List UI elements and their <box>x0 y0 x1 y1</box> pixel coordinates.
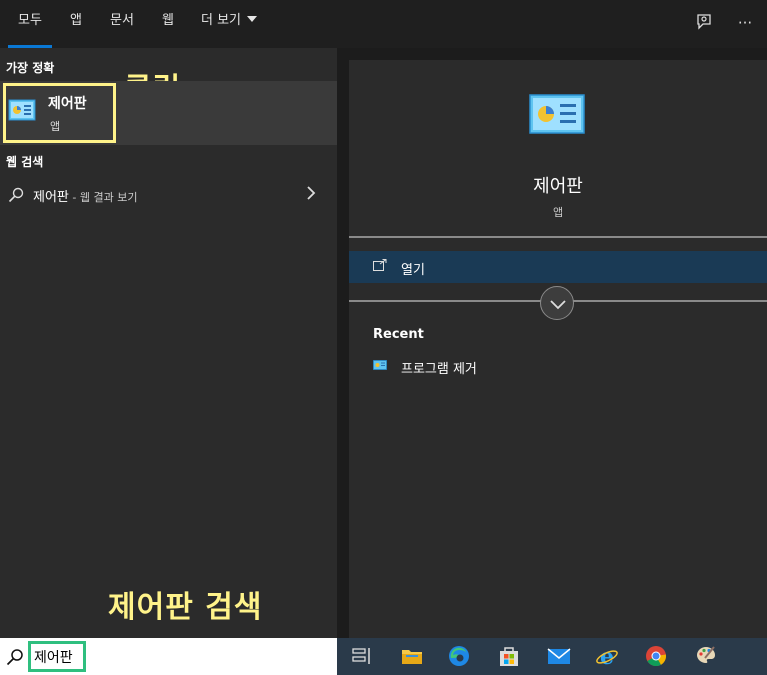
tab-apps[interactable]: 앱 <box>70 0 82 48</box>
taskbar: e <box>337 638 767 675</box>
results-panel: 가장 정확 클릭 제어판 앱 웹 검색 제어판 - 웹 결과 보기 제어판 검색 <box>0 48 337 638</box>
detail-panel: 제어판 앱 열기 Recent 프로그램 제거 <box>349 60 767 638</box>
search-bar <box>0 638 337 675</box>
detail-app-name: 제어판 <box>533 176 583 197</box>
expand-button[interactable] <box>540 286 574 320</box>
open-icon <box>373 259 387 271</box>
control-panel-large-icon <box>529 94 585 134</box>
chrome-icon[interactable] <box>644 644 668 668</box>
recent-heading: Recent <box>373 327 424 342</box>
tab-web-label: 웹 <box>162 13 174 28</box>
paint-icon[interactable] <box>694 644 718 668</box>
open-action[interactable]: 열기 <box>349 251 767 283</box>
search-input[interactable] <box>28 641 86 672</box>
web-result-query: 제어판 <box>33 190 69 205</box>
file-explorer-icon[interactable] <box>400 644 424 668</box>
edge-icon[interactable] <box>447 644 471 668</box>
chevron-down-icon <box>550 300 566 310</box>
top-tab-bar: 모두 앱 문서 웹 더 보기 ··· <box>0 0 767 48</box>
search-icon <box>6 649 23 666</box>
web-result-text: 제어판 - 웹 결과 보기 <box>33 186 137 205</box>
detail-panel-container: 제어판 앱 열기 Recent 프로그램 제거 <box>337 48 767 638</box>
store-icon[interactable] <box>497 644 521 668</box>
tab-more-label: 더 보기 <box>201 13 242 28</box>
web-result-suffix: - 웹 결과 보기 <box>68 191 138 204</box>
control-panel-icon <box>373 360 387 370</box>
annotation-search: 제어판 검색 <box>108 590 263 625</box>
best-match-name: 제어판 <box>48 96 87 112</box>
best-match-type: 앱 <box>50 120 61 133</box>
feedback-icon[interactable] <box>693 12 715 34</box>
tab-more[interactable]: 더 보기 <box>201 0 258 48</box>
tab-documents-label: 문서 <box>110 13 134 28</box>
task-view-icon[interactable] <box>350 644 374 668</box>
recent-item-label: 프로그램 제거 <box>401 362 477 377</box>
tab-all[interactable]: 모두 <box>8 0 52 48</box>
web-search-heading: 웹 검색 <box>6 155 44 169</box>
chevron-down-icon <box>247 16 258 22</box>
more-options-label: ··· <box>737 14 753 32</box>
best-match-heading: 가장 정확 <box>6 61 55 75</box>
open-label: 열기 <box>401 263 425 278</box>
control-panel-icon <box>8 99 36 121</box>
tab-documents[interactable]: 문서 <box>110 0 134 48</box>
svg-text:e: e <box>600 644 614 668</box>
mail-icon[interactable] <box>547 644 571 668</box>
more-options-icon[interactable]: ··· <box>734 12 756 34</box>
chevron-right-icon <box>306 185 316 205</box>
web-search-result[interactable]: 제어판 - 웹 결과 보기 <box>0 178 337 210</box>
tab-web[interactable]: 웹 <box>162 0 174 48</box>
tab-all-label: 모두 <box>18 13 42 28</box>
search-icon <box>8 187 24 203</box>
tab-apps-label: 앱 <box>70 13 82 28</box>
detail-app-type: 앱 <box>552 206 564 219</box>
divider <box>349 236 767 238</box>
recent-item[interactable]: 프로그램 제거 <box>349 352 767 382</box>
internet-explorer-icon[interactable]: e <box>595 644 619 668</box>
